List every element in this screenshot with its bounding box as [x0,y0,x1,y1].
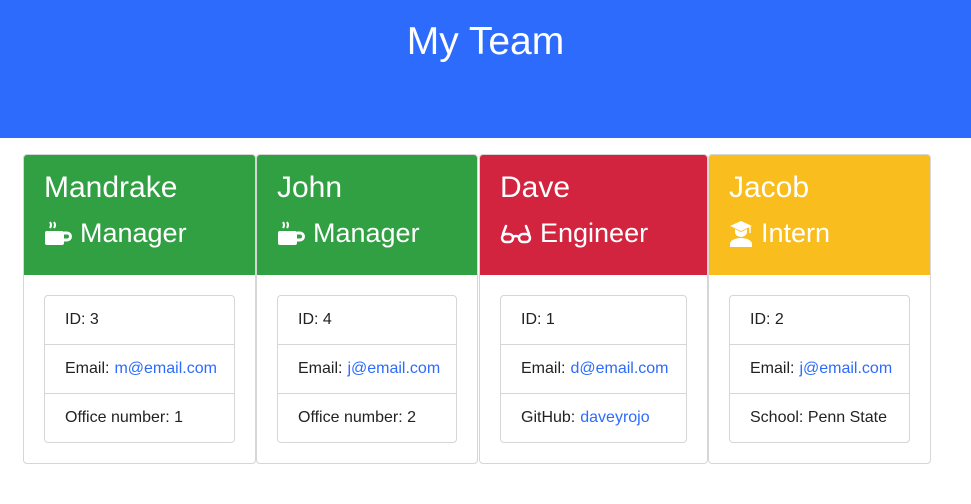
github-link[interactable]: daveyrojo [580,409,649,427]
card-header: Dave Engineer [480,155,707,275]
role-label: Engineer [540,218,649,248]
details-list: ID: 4 Email: j@email.com Office number: 2 [277,295,457,443]
employee-role: Intern [729,218,830,249]
school-text: School: Penn State [750,409,887,426]
employee-card: Jacob Intern ID: 2 Email: j@email.com Sch… [708,154,931,464]
coffee-mug-icon [45,220,72,245]
email-link[interactable]: d@email.com [570,360,668,378]
id-item: ID: 2 [730,296,909,345]
employee-role: Engineer [500,218,648,249]
employee-card: Mandrake Manager ID: 3 Email: m@email.com… [23,154,256,464]
details-list: ID: 1 Email: d@email.com GitHub: daveyrojo [500,295,687,443]
role-label: Intern [761,218,831,248]
email-item: Email: j@email.com [278,345,456,394]
id-item: ID: 3 [45,296,234,345]
coffee-mug-icon [278,220,305,245]
page-header: My Team [0,0,971,138]
github-label: GitHub: [521,409,576,426]
page-title: My Team [406,20,565,63]
email-label: Email: [750,360,795,377]
email-label: Email: [65,360,110,377]
role-label: Manager [313,218,420,248]
id-item: ID: 1 [501,296,686,345]
employee-name: John [277,171,343,204]
id-text: ID: 3 [65,311,99,328]
office-number-item: Office number: 1 [45,394,234,442]
office-number-text: Office number: 1 [65,409,183,426]
card-header: Jacob Intern [709,155,930,275]
office-number-text: Office number: 2 [298,409,416,426]
id-item: ID: 4 [278,296,456,345]
email-item: Email: m@email.com [45,345,234,394]
employee-role: Manager [277,218,420,249]
id-text: ID: 2 [750,311,784,328]
email-label: Email: [298,360,343,377]
email-link[interactable]: m@email.com [114,360,216,378]
role-label: Manager [80,218,187,248]
email-link[interactable]: j@email.com [799,360,892,378]
employee-card: John Manager ID: 4 Email: j@email.com Off… [256,154,478,464]
employee-card: Dave Engineer ID: 1 Email: d@email.com Gi… [479,154,708,464]
office-number-item: Office number: 2 [278,394,456,442]
employee-name: Mandrake [44,171,178,204]
email-item: Email: j@email.com [730,345,909,394]
email-link[interactable]: j@email.com [347,360,440,378]
card-header: John Manager [257,155,477,275]
employee-name: Jacob [729,171,810,204]
card-header: Mandrake Manager [24,155,255,275]
school-item: School: Penn State [730,394,909,442]
glasses-icon [500,224,532,243]
id-text: ID: 4 [298,311,332,328]
github-item: GitHub: daveyrojo [501,394,686,442]
email-item: Email: d@email.com [501,345,686,394]
details-list: ID: 2 Email: j@email.com School: Penn Sta… [729,295,910,443]
email-label: Email: [521,360,566,377]
graduate-icon [730,220,752,247]
employee-name: Dave [500,171,571,204]
employee-role: Manager [44,218,187,249]
id-text: ID: 1 [521,311,555,328]
details-list: ID: 3 Email: m@email.com Office number: 1 [44,295,235,443]
